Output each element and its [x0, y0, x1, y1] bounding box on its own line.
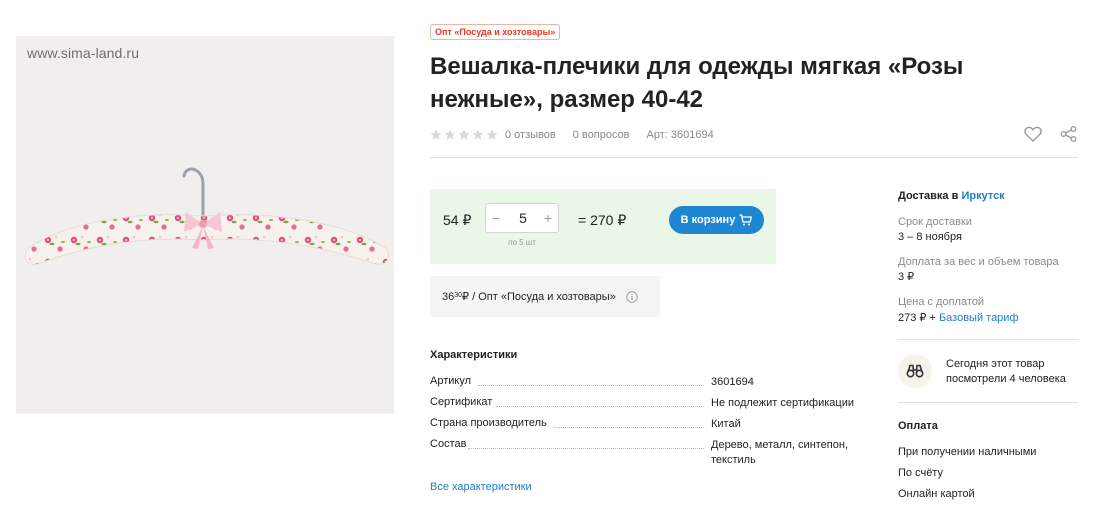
- payment-method: Онлайн картой: [898, 488, 975, 500]
- char-dots: [496, 406, 704, 407]
- product-meta: 0 отзывов 0 вопросов Арт: 3601694: [430, 126, 731, 144]
- characteristics-title: Характеристики: [430, 349, 518, 361]
- star-icon: [458, 129, 470, 140]
- delivery-term-value: 3 – 8 ноября: [898, 231, 962, 243]
- product-image[interactable]: www.sima-land.ru: [16, 36, 394, 414]
- all-characteristics-link[interactable]: Все характеристики: [430, 481, 532, 493]
- star-icon: [486, 129, 498, 140]
- wholesale-price-main: 36: [442, 290, 455, 303]
- article-number: Арт: 3601694: [646, 129, 714, 141]
- info-icon[interactable]: [626, 290, 638, 303]
- questions-link[interactable]: 0 вопросов: [573, 129, 630, 141]
- wholesale-price[interactable]: 36 30 ₽ / Опт «Посуда и хозтовары»: [430, 276, 660, 317]
- char-value: Китай: [711, 418, 741, 430]
- extra-fee-label: Доплата за вес и объем товара: [898, 256, 1059, 268]
- char-dots: [554, 427, 704, 428]
- right-divider: [898, 402, 1078, 403]
- price-with-fee-value: 273 ₽ +: [898, 312, 939, 324]
- reviews-link[interactable]: 0 отзывов: [505, 129, 556, 141]
- favorite-icon[interactable]: [1024, 126, 1042, 142]
- char-value: 3601694: [711, 376, 754, 388]
- category-badge[interactable]: Опт «Посуда и хозтовары»: [430, 24, 561, 40]
- watermark: www.sima-land.ru: [27, 45, 140, 61]
- char-value: Дерево, металл, синтепон, текстиль: [711, 439, 849, 466]
- unit-price: 54 ₽: [443, 212, 472, 228]
- price-with-fee: 273 ₽ + Базовый тариф: [898, 311, 1019, 324]
- decrease-button[interactable]: −: [490, 210, 502, 226]
- delivery-heading: Доставка в Иркутск: [898, 190, 1005, 202]
- delivery-label: Доставка в: [898, 190, 962, 202]
- char-dots: [468, 448, 704, 449]
- price-with-fee-label: Цена с доплатой: [898, 296, 985, 308]
- wholesale-price-cents: 30: [454, 292, 463, 299]
- char-key: Состав: [430, 438, 467, 450]
- add-to-cart-button[interactable]: В корзину: [669, 206, 764, 234]
- increase-button[interactable]: +: [542, 210, 554, 226]
- share-icon[interactable]: [1060, 126, 1077, 142]
- payment-method: По счёту: [898, 467, 943, 479]
- star-icon: [444, 129, 456, 140]
- quantity-input[interactable]: [506, 208, 540, 228]
- header-divider: [430, 157, 1078, 158]
- rating-stars[interactable]: [430, 129, 498, 141]
- city-link[interactable]: Иркутск: [961, 190, 1004, 202]
- quantity-stepper: − +: [485, 203, 559, 233]
- char-dots: [478, 385, 704, 386]
- views-text: Сегодня этот товар посмотрели 4 человека: [946, 358, 1066, 385]
- cart-icon: [739, 214, 753, 226]
- add-to-cart-label: В корзину: [680, 214, 736, 226]
- char-key: Артикул: [430, 375, 472, 387]
- price-box: 54 ₽ − + по 5 шт = 270 ₽ В корзину: [430, 189, 776, 264]
- wholesale-price-text: ₽ / Опт «Посуда и хозтовары»: [462, 291, 616, 303]
- char-key: Страна производитель: [430, 417, 547, 429]
- total-price: = 270 ₽: [578, 212, 627, 228]
- views-badge: [898, 354, 932, 388]
- hanger-illustration: [24, 167, 389, 265]
- extra-fee-value: 3 ₽: [898, 271, 915, 283]
- delivery-term-label: Срок доставки: [898, 216, 972, 228]
- tariff-link[interactable]: Базовый тариф: [939, 312, 1019, 324]
- product-title: Вешалка-плечики для одежды мягкая «Розы …: [430, 53, 964, 113]
- payment-title: Оплата: [898, 420, 938, 432]
- step-hint: по 5 шт: [508, 238, 536, 247]
- char-value: Не подлежит сертификации: [711, 397, 855, 409]
- binoculars-icon: [906, 364, 924, 378]
- right-divider: [898, 339, 1078, 340]
- payment-title-text: Оплата: [898, 420, 938, 432]
- star-icon: [472, 129, 484, 140]
- payment-method: При получении наличными: [898, 446, 1037, 458]
- char-key: Сертификат: [430, 396, 493, 408]
- star-icon: [430, 129, 442, 140]
